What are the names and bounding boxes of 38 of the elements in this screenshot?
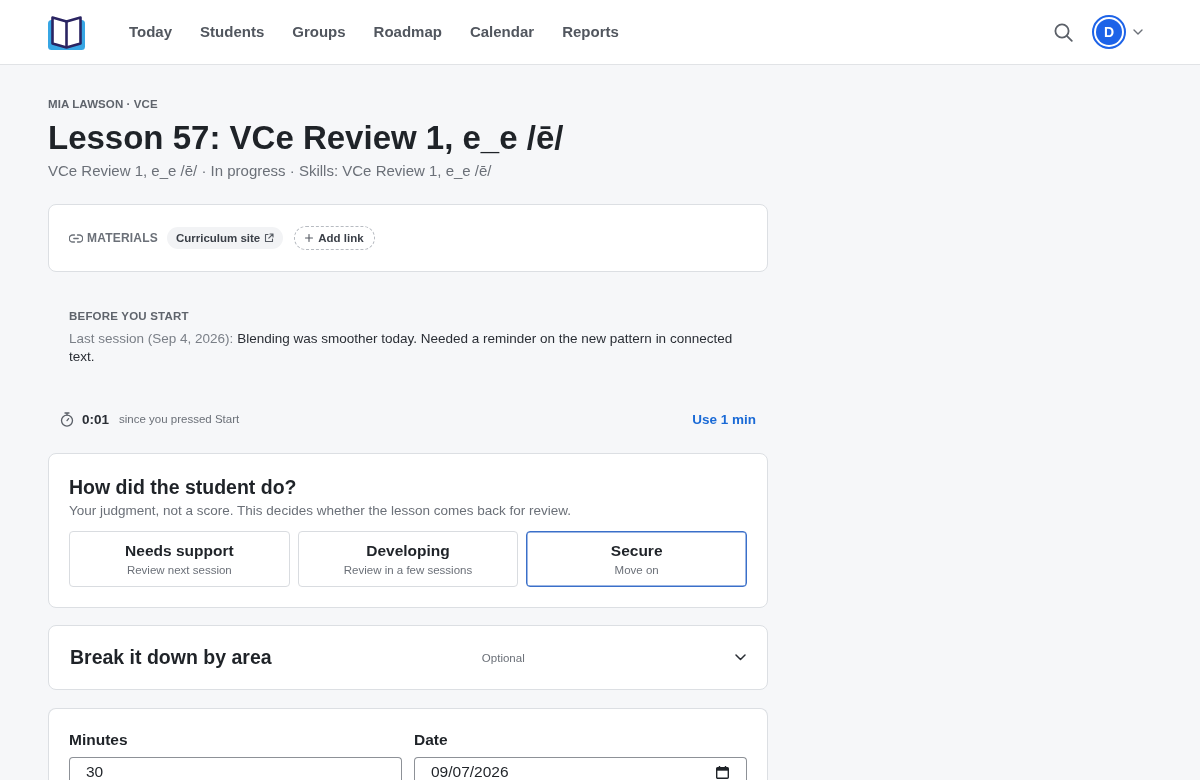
book-logo-icon[interactable] bbox=[48, 14, 85, 50]
calendar-icon[interactable] bbox=[716, 766, 729, 779]
lesson-subtitle: VCe Review 1, e_e /ē/ · In progress · Skills: VCe Review 1, e_e /ē/ bbox=[48, 161, 492, 181]
materials-label: MATERIALS bbox=[87, 231, 158, 245]
search-icon[interactable] bbox=[1054, 22, 1073, 42]
external-link-icon bbox=[264, 233, 275, 243]
field-label: Minutes bbox=[69, 730, 128, 750]
link-icon bbox=[69, 233, 83, 243]
rating-subtitle: Your judgment, not a score. This decides whether the lesson comes back for review. bbox=[69, 502, 572, 520]
nav-link[interactable]: Roadmap bbox=[373, 22, 442, 42]
add-link-button[interactable]: Add link bbox=[294, 226, 375, 250]
nav-link[interactable]: Today bbox=[129, 22, 173, 42]
rating-title: How did the student do? bbox=[69, 475, 297, 500]
nav-link[interactable]: Students bbox=[200, 22, 265, 42]
section-heading: BEFORE YOU START bbox=[69, 309, 189, 324]
optional-label: Optional bbox=[481, 651, 525, 664]
nav-link[interactable]: Reports bbox=[562, 22, 619, 42]
date-field[interactable]: 09/07/2026 bbox=[414, 757, 747, 780]
rating-option[interactable]: Developing Review in a few sessions bbox=[297, 531, 519, 587]
minutes-field[interactable]: 30 bbox=[69, 757, 402, 780]
use-time-link[interactable]: Use 1 min bbox=[692, 411, 756, 427]
rating-option[interactable]: Secure Move on bbox=[526, 531, 747, 587]
plus-icon bbox=[305, 234, 314, 242]
lesson-title: Lesson 57: VCe Review 1, e_e /ē/ bbox=[48, 118, 564, 158]
breakdown-card[interactable]: Break it down by area Optional bbox=[48, 625, 768, 690]
breakdown-title: Break it down by area bbox=[70, 646, 272, 669]
nav-link[interactable]: Calendar bbox=[469, 22, 535, 42]
stopwatch-icon bbox=[60, 411, 74, 427]
chevron-down-icon[interactable] bbox=[735, 654, 746, 661]
last-session-note: Last session (Sep 4, 2026): Blending was smoother today. Needed a reminder on the new pattern in connected text. bbox=[69, 330, 734, 366]
timer-caption: since you pressed Start bbox=[119, 413, 240, 425]
nav-link[interactable]: Groups bbox=[292, 22, 346, 42]
field-label: Date bbox=[414, 730, 448, 750]
student-eyebrow: MIA LAWSON · VCE bbox=[48, 97, 158, 112]
material-link[interactable]: Curriculum site bbox=[166, 227, 284, 249]
avatar-button[interactable]: D bbox=[1092, 15, 1126, 49]
rating-option[interactable]: Needs support Review next session bbox=[69, 531, 290, 587]
elapsed-time: 0:01 bbox=[82, 411, 110, 427]
